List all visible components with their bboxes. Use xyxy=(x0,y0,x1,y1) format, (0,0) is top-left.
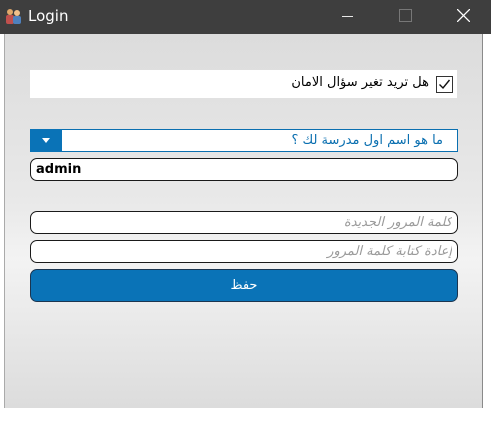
close-icon xyxy=(457,9,470,22)
window-title: Login xyxy=(28,7,69,25)
checkmark-icon xyxy=(439,79,451,90)
username-field[interactable] xyxy=(30,158,458,181)
users-icon xyxy=(5,8,22,25)
window-frame-right xyxy=(482,34,491,433)
close-button[interactable] xyxy=(440,0,486,34)
confirm-password-field[interactable] xyxy=(30,240,458,263)
minimize-button[interactable] xyxy=(325,0,371,34)
save-button[interactable]: حفظ xyxy=(30,269,458,302)
security-question-value: ما هو اسم اول مدرسة لك ؟ xyxy=(291,133,443,148)
change-security-question-label: هل تريد تغير سؤال الامان xyxy=(291,75,429,90)
title-bar: Login xyxy=(0,0,491,34)
maximize-button[interactable] xyxy=(382,0,428,34)
change-security-question-panel: هل تريد تغير سؤال الامان xyxy=(30,70,457,98)
caret-down-icon xyxy=(42,138,50,143)
change-security-question-checkbox[interactable] xyxy=(436,76,453,93)
security-question-dropdown-button[interactable] xyxy=(30,129,62,152)
new-password-field[interactable] xyxy=(30,211,458,234)
security-question-select[interactable]: ما هو اسم اول مدرسة لك ؟ xyxy=(30,129,458,152)
window-frame-bottom xyxy=(0,408,491,433)
